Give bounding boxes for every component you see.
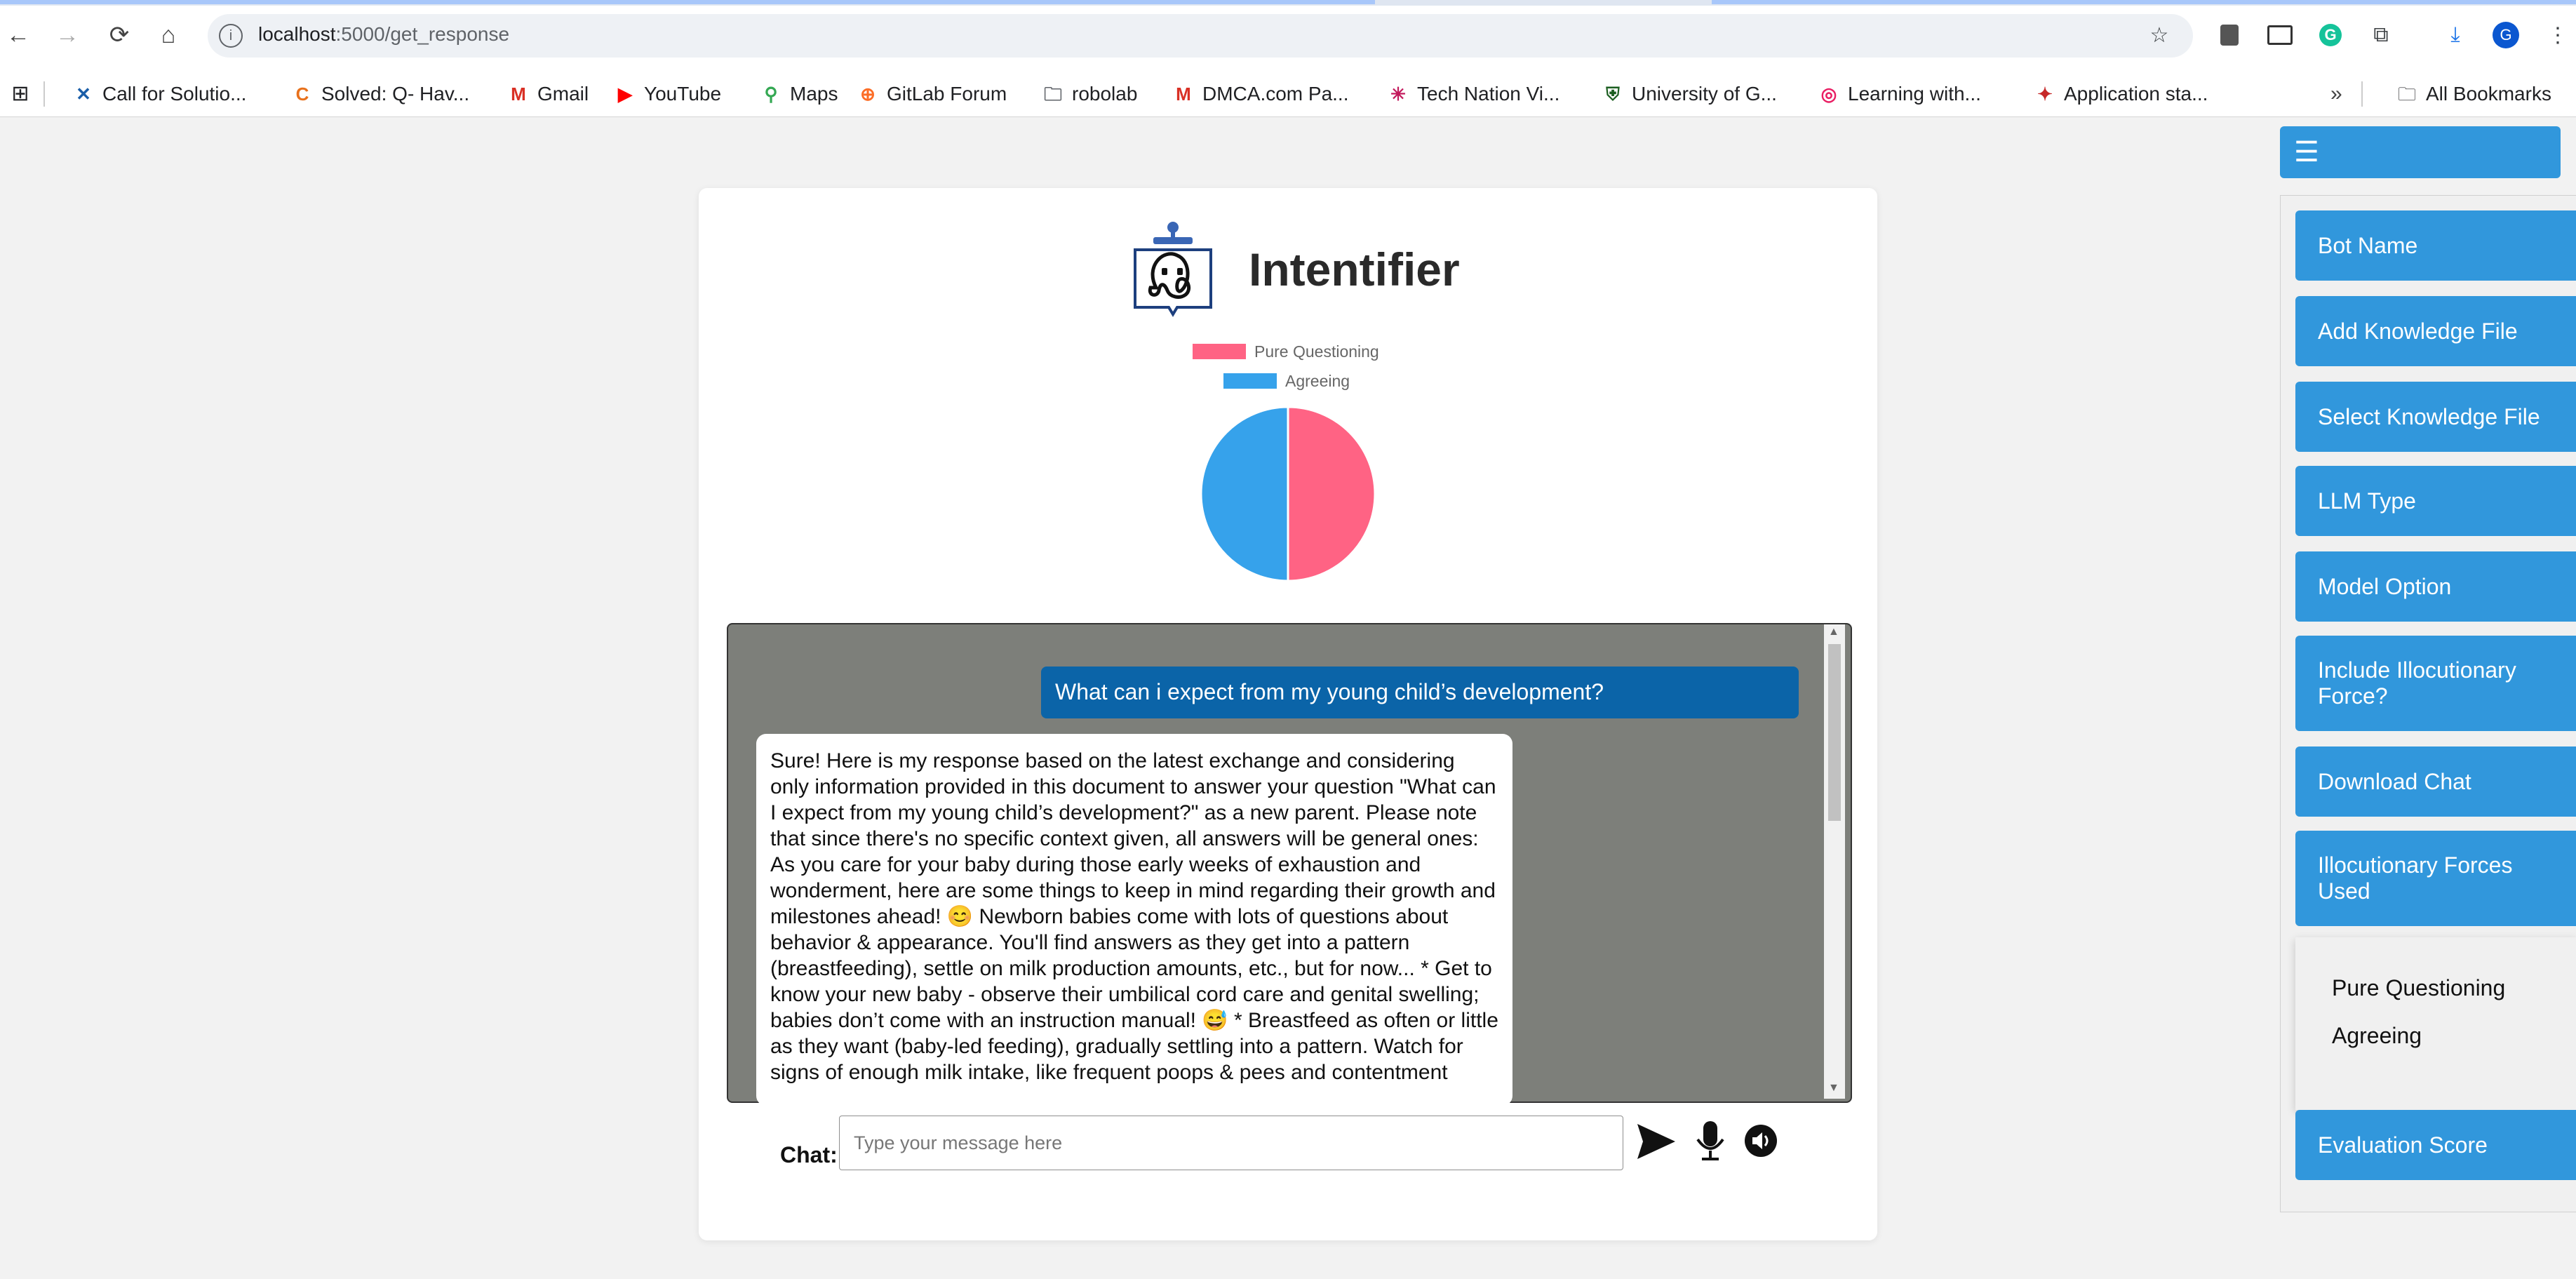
grammarly-icon[interactable]: G (2315, 20, 2346, 51)
legend-swatch (1223, 373, 1277, 389)
legend-swatch (1193, 344, 1246, 359)
active-tab-indicator (0, 0, 1375, 4)
chat-scrollbar-thumb[interactable] (1828, 644, 1841, 821)
extensions-puzzle-icon[interactable]: ⧉ (2366, 20, 2396, 51)
bookmark-item[interactable]: ⛨ University of G... (1602, 74, 1777, 114)
crest-icon: ⛨ (1606, 83, 1620, 105)
include-illocutionary-force-button[interactable]: Include Illocutionary Force? (2295, 636, 2576, 731)
bookmark-item[interactable]: ⊕ GitLab Forum (857, 74, 1007, 114)
home-icon[interactable]: ⌂ (150, 17, 187, 53)
llm-type-button[interactable]: LLM Type (2295, 466, 2576, 536)
swirl-icon: ◎ (1820, 83, 1837, 105)
gitlab-icon: ⊕ (860, 83, 876, 105)
legend-item-pure-questioning[interactable]: Pure Questioning (1193, 342, 1379, 361)
more-bookmarks-icon[interactable]: » (2330, 74, 2342, 114)
bookmark-label: Solved: Q- Hav... (321, 83, 470, 105)
bookmark-label: Learning with... (1848, 83, 1981, 105)
tab-indicator (1712, 0, 2576, 4)
bookmark-item[interactable]: ▶ YouTube (615, 74, 721, 114)
pie-slice-agreeing[interactable] (1200, 406, 1289, 582)
back-icon[interactable]: ← (0, 17, 36, 53)
bookmark-label: GitLab Forum (887, 83, 1007, 105)
bookmark-item[interactable]: 🗀 robolab (1042, 74, 1137, 114)
bookmark-label: robolab (1072, 83, 1138, 105)
legend-label: Pure Questioning (1254, 342, 1379, 361)
bookmark-item[interactable]: ✦ Application sta... (2034, 74, 2208, 114)
force-item: Agreeing (2332, 1023, 2422, 1048)
select-knowledge-file-button[interactable]: Select Knowledge File (2295, 382, 2576, 452)
chat-input[interactable] (839, 1116, 1623, 1170)
site-info-icon[interactable]: i (219, 24, 243, 48)
bookmark-label: Gmail (537, 83, 589, 105)
download-icon[interactable]: ⤓ (2440, 20, 2471, 51)
legend-item-agreeing[interactable]: Agreeing (1223, 372, 1350, 390)
force-item: Pure Questioning (2332, 975, 2506, 1000)
evaluation-score-button[interactable]: Evaluation Score (2295, 1110, 2576, 1180)
profile-avatar[interactable]: G (2490, 20, 2521, 51)
maps-icon: ⚲ (764, 83, 778, 105)
scroll-up-arrow-icon[interactable]: ▲ (1828, 626, 1839, 638)
apps-grid-icon[interactable]: ⊞ (10, 74, 39, 114)
url-path: :5000/get_response (335, 23, 510, 45)
send-icon[interactable] (1635, 1120, 1678, 1163)
chat-label: Chat: (780, 1142, 838, 1167)
url-host: localhost (258, 23, 336, 45)
gmail-icon: M (1176, 83, 1191, 105)
bookmark-item[interactable]: C Solved: Q- Hav... (292, 74, 470, 114)
download-chat-button[interactable]: Download Chat (2295, 746, 2576, 817)
picture-in-picture-icon[interactable] (2265, 20, 2295, 51)
x-icon: ✕ (76, 83, 91, 105)
folder-icon: 🗀 (2397, 83, 2416, 105)
bookmark-label: DMCA.com Pa... (1202, 83, 1349, 105)
microphone-icon[interactable] (1695, 1120, 1726, 1163)
speaker-icon[interactable] (1744, 1124, 1778, 1158)
bookmark-label: Application sta... (2064, 83, 2208, 105)
bookmark-star-icon[interactable]: ☆ (2144, 20, 2175, 51)
bookmark-label: Call for Solutio... (102, 83, 247, 105)
c-icon: C (295, 83, 309, 105)
bookmark-label: Tech Nation Vi... (1417, 83, 1560, 105)
model-option-button[interactable]: Model Option (2295, 551, 2576, 622)
legend-label: Agreeing (1285, 371, 1350, 390)
sidebar-toggle-button[interactable]: ☰ (2280, 126, 2561, 178)
bookmark-item[interactable]: ◎ Learning with... (1818, 74, 1981, 114)
forward-icon[interactable]: → (49, 17, 86, 53)
illocutionary-forces-used-button[interactable]: Illocutionary Forces Used (2295, 831, 2576, 926)
add-knowledge-file-button[interactable]: Add Knowledge File (2295, 296, 2576, 366)
bookmark-item[interactable]: ⚲ Maps (760, 74, 838, 114)
intent-pie-chart (1200, 406, 1376, 582)
url-text[interactable]: localhost:5000/get_response (258, 23, 509, 46)
bird-icon: ✦ (2037, 83, 2053, 105)
gmail-icon: M (511, 83, 526, 105)
bookmark-item[interactable]: ✕ Call for Solutio... (73, 74, 246, 114)
bookmark-item[interactable]: M DMCA.com Pa... (1173, 74, 1348, 114)
pie-slice-pure-questioning[interactable] (1287, 406, 1376, 582)
folder-icon: 🗀 (1043, 83, 1062, 105)
reload-icon[interactable]: ⟳ (101, 17, 137, 53)
bookmark-label: University of G... (1632, 83, 1777, 105)
all-bookmarks-label: All Bookmarks (2426, 83, 2551, 105)
bot-message: Sure! Here is my response based on the l… (756, 734, 1512, 1106)
star-burst-icon: ✳ (1390, 83, 1406, 105)
bookmark-item[interactable]: M Gmail (508, 74, 589, 114)
bookmark-divider (2361, 81, 2363, 107)
scroll-down-arrow-icon[interactable]: ▼ (1828, 1082, 1839, 1094)
bookmark-label: Maps (790, 83, 838, 105)
app-title: Intentifier (1249, 243, 1460, 295)
chrome-menu-icon[interactable]: ⋮ (2542, 20, 2573, 51)
profile-initial: G (2493, 22, 2519, 48)
bookmark-divider (43, 81, 45, 107)
bookmark-item[interactable]: ✳ Tech Nation Vi... (1388, 74, 1559, 114)
bookmark-label: YouTube (644, 83, 722, 105)
all-bookmarks[interactable]: 🗀 All Bookmarks (2396, 74, 2551, 114)
user-message: What can i expect from my young child’s … (1041, 667, 1799, 718)
robot-logo (1132, 219, 1214, 324)
extension-shield-icon[interactable] (2214, 20, 2245, 51)
bot-name-button[interactable]: Bot Name (2295, 210, 2576, 281)
hamburger-icon: ☰ (2294, 137, 2319, 168)
youtube-icon: ▶ (618, 83, 632, 105)
